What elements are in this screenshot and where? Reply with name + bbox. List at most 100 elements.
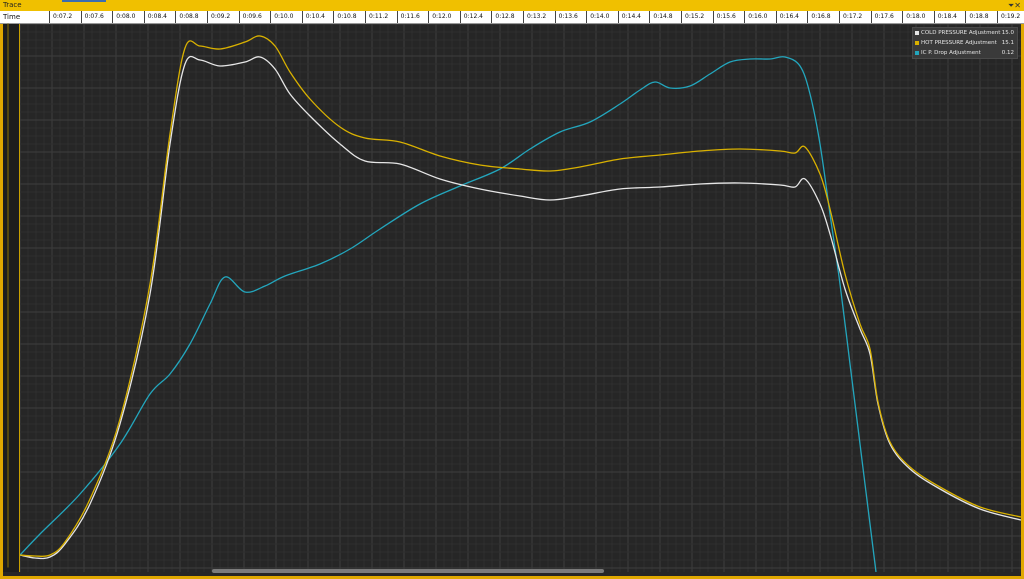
legend-swatch [915,41,919,45]
legend-label: COLD PRESSURE Adjustment [921,30,1000,36]
time-tick: 0:09.2 [207,11,208,23]
time-tick: 0:13.6 [555,11,556,23]
time-tick: 0:18.0 [902,11,903,23]
time-tick-label: 0:14.4 [622,11,641,23]
time-tick-label: 0:08.4 [148,11,167,23]
time-tick-label: 0:14.0 [590,11,609,23]
legend-item[interactable]: COLD PRESSURE Adjustment15.0 [913,28,1017,38]
time-tick-label: 0:16.0 [748,11,767,23]
time-tick-label: 0:08.8 [179,11,198,23]
y-axis-tick [8,56,15,72]
y-axis-tick [8,504,15,520]
y-axis-tick [8,136,15,152]
time-tick: 0:18.4 [934,11,935,23]
time-tick: 0:13.2 [523,11,524,23]
y-axis-tick [8,456,15,472]
y-axis-tick [8,312,15,328]
time-tick: 0:07.2 [49,11,50,23]
legend-label: IC P. Drop Adjustment [921,50,981,56]
legend-value: 15.0 [1002,28,1014,38]
y-axis-tick [8,440,15,456]
tab-indicator [62,0,106,2]
legend-item[interactable]: IC P. Drop Adjustment 0.12 [913,48,1017,58]
y-axis-tick [8,552,15,568]
time-tick: 0:12.8 [491,11,492,23]
y-axis-tick [8,296,15,312]
y-axis-tick [8,376,15,392]
time-tick-label: 0:12.4 [464,11,483,23]
time-tick: 0:15.6 [713,11,714,23]
time-tick: 0:08.8 [175,11,176,23]
time-axis[interactable]: Time 0:07.20:07.60:08.00:08.40:08.80:09.… [0,11,1024,24]
time-tick: 0:16.8 [807,11,808,23]
time-tick-label: 0:09.2 [211,11,230,23]
grid [20,24,1021,572]
time-tick-label: 0:18.0 [906,11,925,23]
time-tick-label: 0:13.6 [559,11,578,23]
time-tick: 0:15.2 [681,11,682,23]
time-tick-label: 0:16.8 [811,11,830,23]
time-tick-label: 0:17.6 [875,11,894,23]
y-axis-tick [8,408,15,424]
y-axis-tick [8,488,15,504]
y-axis-tick [8,392,15,408]
y-axis-tick [8,472,15,488]
time-tick-label: 0:15.2 [685,11,704,23]
time-tick: 0:12.0 [428,11,429,23]
time-tick-label: 0:16.4 [780,11,799,23]
time-tick-label: 0:12.0 [432,11,451,23]
window-controls[interactable]: ⏷✕ [1008,0,1021,11]
time-tick-label: 0:13.2 [527,11,546,23]
time-tick-label: 0:19.2 [1001,11,1020,23]
legend-item[interactable]: HOT PRESSURE Adjustment 15.1 [913,38,1017,48]
y-axis-tick [8,152,15,168]
y-axis-tick [8,72,15,88]
time-tick: 0:10.0 [270,11,271,23]
y-axis-tick [8,200,15,216]
time-tick: 0:14.4 [618,11,619,23]
time-tick: 0:09.6 [239,11,240,23]
time-tick-label: 0:15.6 [717,11,736,23]
y-axis-tick [8,248,15,264]
time-tick-label: 0:10.4 [306,11,325,23]
time-tick-label: 0:18.4 [938,11,957,23]
y-axis-tick [8,88,15,104]
time-tick: 0:17.2 [839,11,840,23]
trace-chart [20,24,1021,572]
time-tick-label: 0:17.2 [843,11,862,23]
window-title: Trace [3,0,22,11]
y-axis-tick [8,520,15,536]
trace-plot[interactable] [20,24,1021,572]
time-tick-label: 0:09.6 [243,11,262,23]
legend-value: 0.12 [1002,48,1014,58]
y-axis-tick [8,344,15,360]
y-axis-strip[interactable] [3,24,20,572]
y-axis-tick [8,184,15,200]
time-tick: 0:12.4 [460,11,461,23]
time-tick: 0:08.4 [144,11,145,23]
time-tick: 0:16.0 [744,11,745,23]
y-axis-tick [8,264,15,280]
time-tick-label: 0:07.2 [53,11,72,23]
y-axis-tick [8,280,15,296]
title-bar: Trace ⏷✕ [0,0,1024,11]
time-tick-label: 0:11.2 [369,11,388,23]
time-tick: 0:10.8 [333,11,334,23]
time-tick: 0:16.4 [776,11,777,23]
close-icon[interactable]: ✕ [1014,1,1021,10]
legend-label: HOT PRESSURE Adjustment [921,40,997,46]
time-tick: 0:14.0 [586,11,587,23]
horizontal-scrollbar[interactable] [212,569,604,573]
time-tick-label: 0:12.8 [495,11,514,23]
time-tick-label: 0:18.8 [969,11,988,23]
y-axis-tick [8,40,15,56]
y-axis-tick [8,104,15,120]
time-tick-label: 0:10.0 [274,11,293,23]
time-axis-label: Time [3,11,20,23]
time-tick: 0:17.6 [871,11,872,23]
time-tick: 0:14.8 [649,11,650,23]
time-tick-label: 0:10.8 [337,11,356,23]
time-tick-label: 0:07.6 [85,11,104,23]
legend-value: 15.1 [1002,38,1014,48]
y-axis-tick [8,168,15,184]
